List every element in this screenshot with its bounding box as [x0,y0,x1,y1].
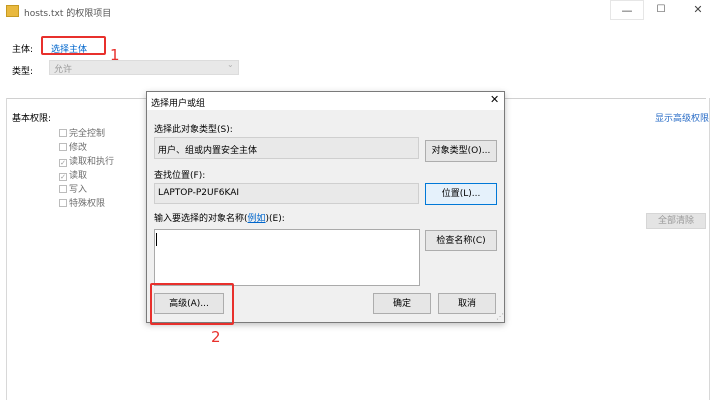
dialog-title: 选择用户或组 [151,99,206,109]
permission-label: 修改 [69,143,88,153]
enter-names-label: 输入要选择的对象名称(例如)(E): [154,211,285,224]
ok-button[interactable]: 确定 [373,293,431,314]
permission-modify[interactable]: 修改 [59,140,87,153]
file-icon [6,5,19,17]
location-button[interactable]: 位置(L)... [425,183,497,205]
text-caret [156,233,157,246]
clear-all-button[interactable]: 全部清除 [646,213,706,229]
object-names-input[interactable] [154,229,420,286]
examples-link[interactable]: 例如 [248,214,266,224]
minimize-button[interactable]: — [610,0,644,20]
object-types-label: 选择此对象类型(S): [154,125,233,135]
checkbox-icon[interactable] [59,143,67,151]
basic-permissions-heading: 基本权限: [12,114,52,124]
permission-read[interactable]: ✓ 读取 [59,168,87,181]
permission-write[interactable]: 写入 [59,182,87,195]
enter-names-suffix: )(E): [265,214,285,224]
panel-border-left [6,98,7,400]
permission-full-control[interactable]: 完全控制 [59,126,105,139]
chevron-down-icon: ⌄ [227,60,234,69]
checkbox-icon[interactable] [59,129,67,137]
annotation-number-2: 2 [211,328,221,346]
checkbox-icon[interactable] [59,199,67,207]
enter-names-prefix: 输入要选择的对象名称( [154,214,248,224]
resize-grip-icon[interactable]: ⋰ [496,312,504,321]
permission-label: 读取 [69,171,88,181]
maximize-button[interactable]: ☐ [644,0,678,20]
object-types-button[interactable]: 对象类型(O)... [425,140,497,162]
principal-label: 主体: [12,45,34,55]
permission-special[interactable]: 特殊权限 [59,196,105,209]
permission-label: 读取和执行 [69,157,115,167]
object-types-value: 用户、组或内置安全主体 [158,146,258,156]
annotation-box-2 [150,283,234,325]
window-title: hosts.txt 的权限项目 [24,9,112,19]
type-select-value: 允许 [54,65,73,75]
annotation-box-1 [41,36,106,55]
cancel-button[interactable]: 取消 [438,293,496,314]
close-button[interactable]: ✕ [681,0,715,20]
location-value: LAPTOP-P2UF6KAI [158,188,240,198]
dialog-close-button[interactable]: ✕ [490,93,499,106]
permission-label: 写入 [69,185,88,195]
location-label: 查找位置(F): [154,171,206,181]
permission-read-execute[interactable]: ✓ 读取和执行 [59,154,114,167]
checkbox-checked-icon[interactable]: ✓ [59,159,67,167]
show-advanced-permissions-link[interactable]: 显示高级权限 [655,111,709,124]
type-label: 类型: [12,67,34,77]
type-select[interactable] [49,60,239,75]
panel-border-right [709,98,710,400]
permission-label: 特殊权限 [69,199,106,209]
permission-label: 完全控制 [69,129,106,139]
checkbox-icon[interactable] [59,185,67,193]
check-names-button[interactable]: 检查名称(C) [425,230,497,251]
checkbox-checked-icon[interactable]: ✓ [59,173,67,181]
